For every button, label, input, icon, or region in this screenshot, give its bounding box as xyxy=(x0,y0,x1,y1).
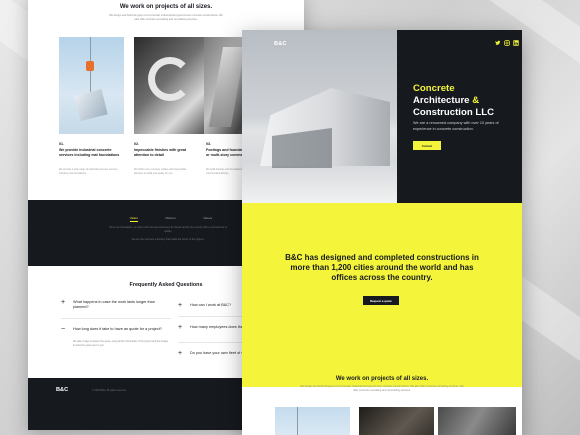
footer-logo[interactable]: B&C xyxy=(56,387,68,393)
plus-icon: + xyxy=(61,299,66,306)
hero-title-line1: Concrete xyxy=(413,83,455,94)
logo[interactable]: B&C xyxy=(274,41,287,47)
hero-section: B&C Concrete Architecture & Construction… xyxy=(242,30,522,203)
hero-title: Concrete Architecture & Construction LLC xyxy=(413,83,513,119)
project-thumbnail-interior xyxy=(359,407,434,435)
project-image-staircase xyxy=(134,37,204,134)
contact-button[interactable]: Contact xyxy=(413,141,441,150)
crane-cable xyxy=(297,407,298,435)
projects-heading: We work on projects of all sizes. xyxy=(119,4,213,10)
hero-building-image xyxy=(242,30,397,203)
faq-question: What happens in case the work lasts long… xyxy=(73,300,155,309)
hero-ground xyxy=(242,163,397,203)
project-thumbnail-structure xyxy=(438,407,516,435)
projects-description: We design and build all types of commerc… xyxy=(109,14,223,21)
faq-divider xyxy=(61,318,171,319)
front-page-preview: B&C Concrete Architecture & Construction… xyxy=(242,30,522,435)
service-number: 03. xyxy=(206,142,211,146)
concrete-block xyxy=(74,88,108,122)
project-image-crane xyxy=(59,37,124,134)
stats-text-1: Since our foundation, we have built conc… xyxy=(109,226,227,233)
about-heading: B&C has designed and completed construct… xyxy=(285,253,479,282)
hero-description: We are a renowned company with over 10 y… xyxy=(413,121,499,131)
service-number: 02. xyxy=(134,142,139,146)
hero-title-line2a: Architecture xyxy=(413,95,470,106)
stats-tabs: Vision Mission Values xyxy=(116,216,226,222)
minus-icon: − xyxy=(61,326,66,333)
hero-title-line3: Construction LLC xyxy=(413,107,495,118)
work-heading: We work on projects of all sizes. xyxy=(335,376,429,382)
service-description: We provide a wide range of industrial co… xyxy=(59,168,118,175)
work-description: We design and build all types of commerc… xyxy=(300,385,464,392)
tab-vision[interactable]: Vision xyxy=(129,216,138,222)
plus-icon: + xyxy=(178,350,183,357)
faq-question: How long does it take to have an quote f… xyxy=(73,327,162,331)
hero-title-ampersand: & xyxy=(472,95,480,106)
request-quote-button[interactable]: Request a quote xyxy=(363,296,399,305)
concrete-slab-shape xyxy=(208,47,246,127)
spiral-stair-shape xyxy=(148,57,192,101)
about-section: B&C has designed and completed construct… xyxy=(242,203,522,387)
plus-icon: + xyxy=(178,302,183,309)
crane-hook xyxy=(86,61,94,71)
service-number: 01. xyxy=(59,142,64,146)
stats-text-2: We are the concrete company that builds … xyxy=(131,238,205,241)
footer-copyright: © 2022 B&C. All rights reserved. xyxy=(92,389,127,392)
tab-mission[interactable]: Mission xyxy=(165,216,175,222)
twitter-icon[interactable] xyxy=(495,40,501,48)
service-title: We provide industrial concrete services … xyxy=(59,148,120,157)
linkedin-icon[interactable] xyxy=(513,40,519,48)
tab-values[interactable]: Values xyxy=(203,216,212,222)
project-thumbnail-crane xyxy=(275,407,350,435)
faq-answer: We take 3 days to deliver the quote, usi… xyxy=(73,340,169,347)
stats-text: Since our foundation, we have built conc… xyxy=(106,226,230,242)
service-description: We finish every concrete surface with im… xyxy=(134,168,187,175)
service-title: Impeccable finishes with great attention… xyxy=(134,148,187,157)
plus-icon: + xyxy=(178,324,183,331)
instagram-icon[interactable] xyxy=(504,40,510,48)
